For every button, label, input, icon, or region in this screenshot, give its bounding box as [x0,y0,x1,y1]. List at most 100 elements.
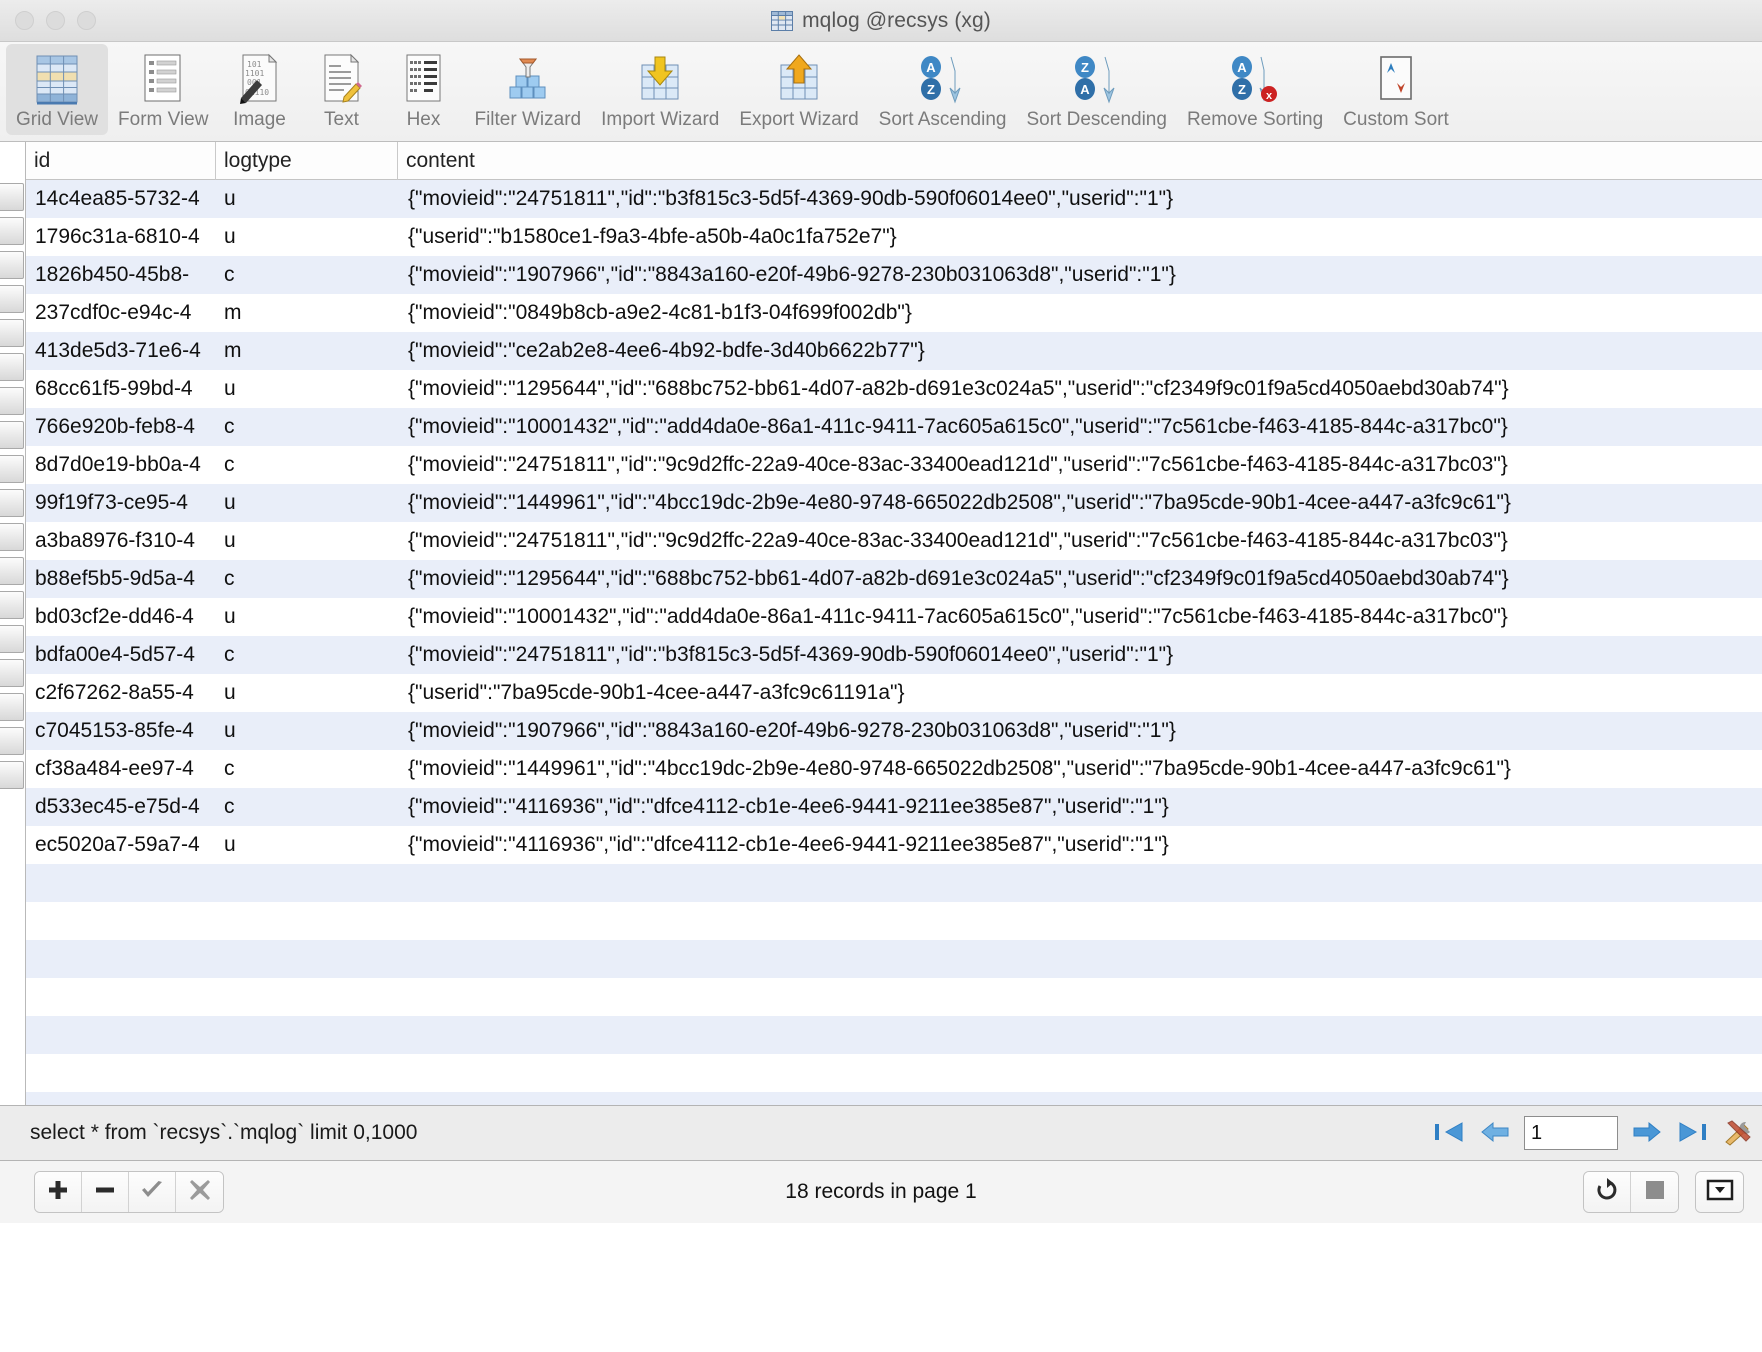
cell-logtype[interactable]: c [216,446,398,484]
cell-logtype[interactable]: c [216,636,398,674]
toolbar-button-remove-sorting[interactable]: A Z x Remove Sorting [1177,44,1333,135]
table-row[interactable]: 1826b450-45b8- c {"movieid":"1907966","id"… [26,256,1762,294]
minimize-button[interactable] [46,11,65,30]
table-row[interactable]: 14c4ea85-5732-4 u {"movieid":"24751811","i… [26,180,1762,218]
cell-logtype[interactable]: c [216,408,398,446]
cell-content[interactable]: {"userid":"7ba95cde-90b1-4cee-a447-a3fc9… [398,674,1762,712]
cell-id[interactable]: 1796c31a-6810-4 [26,218,216,256]
cell-logtype[interactable]: u [216,370,398,408]
row-selector[interactable] [0,282,25,316]
stop-button[interactable] [1631,1172,1678,1212]
cell-logtype[interactable]: u [216,598,398,636]
cell-content[interactable]: {"movieid":"10001432","id":"add4da0e-86a… [398,408,1762,446]
toolbar-button-image[interactable]: 101 1101 001 01110 Image [218,44,300,135]
cell-id[interactable]: 14c4ea85-5732-4 [26,180,216,218]
cell-content[interactable]: {"movieid":"24751811","id":"b3f815c3-5d5… [398,636,1762,674]
cell-logtype[interactable]: c [216,788,398,826]
toolbar-button-export-wizard[interactable]: Export Wizard [729,44,868,135]
cell-content[interactable]: {"movieid":"0849b8cb-a9e2-4c81-b1f3-04f6… [398,294,1762,332]
table-row[interactable]: 1796c31a-6810-4 u {"userid":"b1580ce1-f9a3… [26,218,1762,256]
tools-icon[interactable] [1722,1119,1756,1147]
cell-logtype[interactable]: m [216,294,398,332]
delete-record-button[interactable] [82,1172,129,1212]
cell-logtype[interactable]: u [216,674,398,712]
cell-logtype[interactable]: u [216,522,398,560]
next-page-icon[interactable] [1630,1119,1664,1147]
cell-logtype[interactable]: u [216,712,398,750]
previous-page-icon[interactable] [1478,1119,1512,1147]
table-row[interactable]: bd03cf2e-dd46-4 u {"movieid":"10001432","i… [26,598,1762,636]
cell-id[interactable]: cf38a484-ee97-4 [26,750,216,788]
grid-scroll-region[interactable]: id logtype content 14c4ea85-5732-4 u {"mov… [26,142,1762,1105]
cell-id[interactable]: bdfa00e4-5d57-4 [26,636,216,674]
table-row[interactable]: 8d7d0e19-bb0a-4 c {"movieid":"24751811","i… [26,446,1762,484]
row-selector[interactable] [0,724,25,758]
row-selector[interactable] [0,248,25,282]
table-row[interactable]: bdfa00e4-5d57-4 c {"movieid":"24751811","i… [26,636,1762,674]
toolbar-button-custom-sort[interactable]: Custom Sort [1333,44,1459,135]
cell-id[interactable]: ec5020a7-59a7-4 [26,826,216,864]
toolbar-button-hex[interactable]: Hex [382,44,464,135]
refresh-button[interactable] [1584,1172,1631,1212]
cell-content[interactable]: {"movieid":"1907966","id":"8843a160-e20f… [398,256,1762,294]
add-record-button[interactable] [35,1172,82,1212]
cell-id[interactable]: 766e920b-feb8-4 [26,408,216,446]
cell-logtype[interactable]: c [216,750,398,788]
toolbar-button-filter-wizard[interactable]: Filter Wizard [464,44,591,135]
row-selector[interactable] [0,418,25,452]
cell-id[interactable]: 99f19f73-ce95-4 [26,484,216,522]
cell-id[interactable]: b88ef5b5-9d5a-4 [26,560,216,598]
row-selector[interactable] [0,690,25,724]
cell-id[interactable]: d533ec45-e75d-4 [26,788,216,826]
table-row[interactable]: 99f19f73-ce95-4 u {"movieid":"1449961","id… [26,484,1762,522]
toolbar-button-form-view[interactable]: Form View [108,44,218,135]
row-selector[interactable] [0,622,25,656]
table-row[interactable]: c2f67262-8a55-4 u {"userid":"7ba95cde-90b1… [26,674,1762,712]
table-row[interactable]: 237cdf0c-e94c-4 m {"movieid":"0849b8cb-a9e… [26,294,1762,332]
cell-content[interactable]: {"movieid":"24751811","id":"b3f815c3-5d5… [398,180,1762,218]
last-page-icon[interactable] [1676,1119,1710,1147]
row-selector[interactable] [0,758,25,792]
column-header-id[interactable]: id [26,142,216,180]
row-selector[interactable] [0,180,25,214]
cell-logtype[interactable]: c [216,256,398,294]
zoom-button[interactable] [77,11,96,30]
cell-logtype[interactable]: u [216,180,398,218]
cell-logtype[interactable]: m [216,332,398,370]
cell-id[interactable]: 413de5d3-71e6-4 [26,332,216,370]
row-selector[interactable] [0,214,25,248]
cell-content[interactable]: {"movieid":"1449961","id":"4bcc19dc-2b9e… [398,484,1762,522]
first-page-icon[interactable] [1432,1119,1466,1147]
cell-content[interactable]: {"movieid":"ce2ab2e8-4ee6-4b92-bdfe-3d40… [398,332,1762,370]
cell-id[interactable]: 8d7d0e19-bb0a-4 [26,446,216,484]
row-selector[interactable] [0,520,25,554]
toolbar-button-import-wizard[interactable]: Import Wizard [591,44,729,135]
table-row[interactable]: cf38a484-ee97-4 c {"movieid":"1449961","id… [26,750,1762,788]
cell-logtype[interactable]: u [216,484,398,522]
table-row[interactable]: ec5020a7-59a7-4 u {"movieid":"4116936","id… [26,826,1762,864]
toolbar-button-sort-descending[interactable]: Z A Sort Descending [1016,44,1176,135]
cell-logtype[interactable]: u [216,218,398,256]
row-selector[interactable] [0,486,25,520]
cell-content[interactable]: {"movieid":"4116936","id":"dfce4112-cb1e… [398,826,1762,864]
cell-logtype[interactable]: u [216,826,398,864]
row-selector[interactable] [0,384,25,418]
table-row[interactable]: 68cc61f5-99bd-4 u {"movieid":"1295644","id… [26,370,1762,408]
table-row[interactable]: 413de5d3-71e6-4 m {"movieid":"ce2ab2e8-4ee… [26,332,1762,370]
toolbar-button-text[interactable]: Text [300,44,382,135]
row-selector[interactable] [0,350,25,384]
table-row[interactable]: b88ef5b5-9d5a-4 c {"movieid":"1295644","id… [26,560,1762,598]
cell-id[interactable]: 68cc61f5-99bd-4 [26,370,216,408]
cell-id[interactable]: 1826b450-45b8- [26,256,216,294]
cell-content[interactable]: {"movieid":"24751811","id":"9c9d2ffc-22a… [398,522,1762,560]
cell-content[interactable]: {"movieid":"4116936","id":"dfce4112-cb1e… [398,788,1762,826]
cell-id[interactable]: c2f67262-8a55-4 [26,674,216,712]
cell-content[interactable]: {"movieid":"1449961","id":"4bcc19dc-2b9e… [398,750,1762,788]
column-header-logtype[interactable]: logtype [216,142,398,180]
toolbar-button-sort-ascending[interactable]: A Z Sort Ascending [869,44,1017,135]
row-selector[interactable] [0,316,25,350]
table-row[interactable]: c7045153-85fe-4 u {"movieid":"1907966","id… [26,712,1762,750]
close-button[interactable] [15,11,34,30]
row-selector[interactable] [0,452,25,486]
row-selector[interactable] [0,588,25,622]
